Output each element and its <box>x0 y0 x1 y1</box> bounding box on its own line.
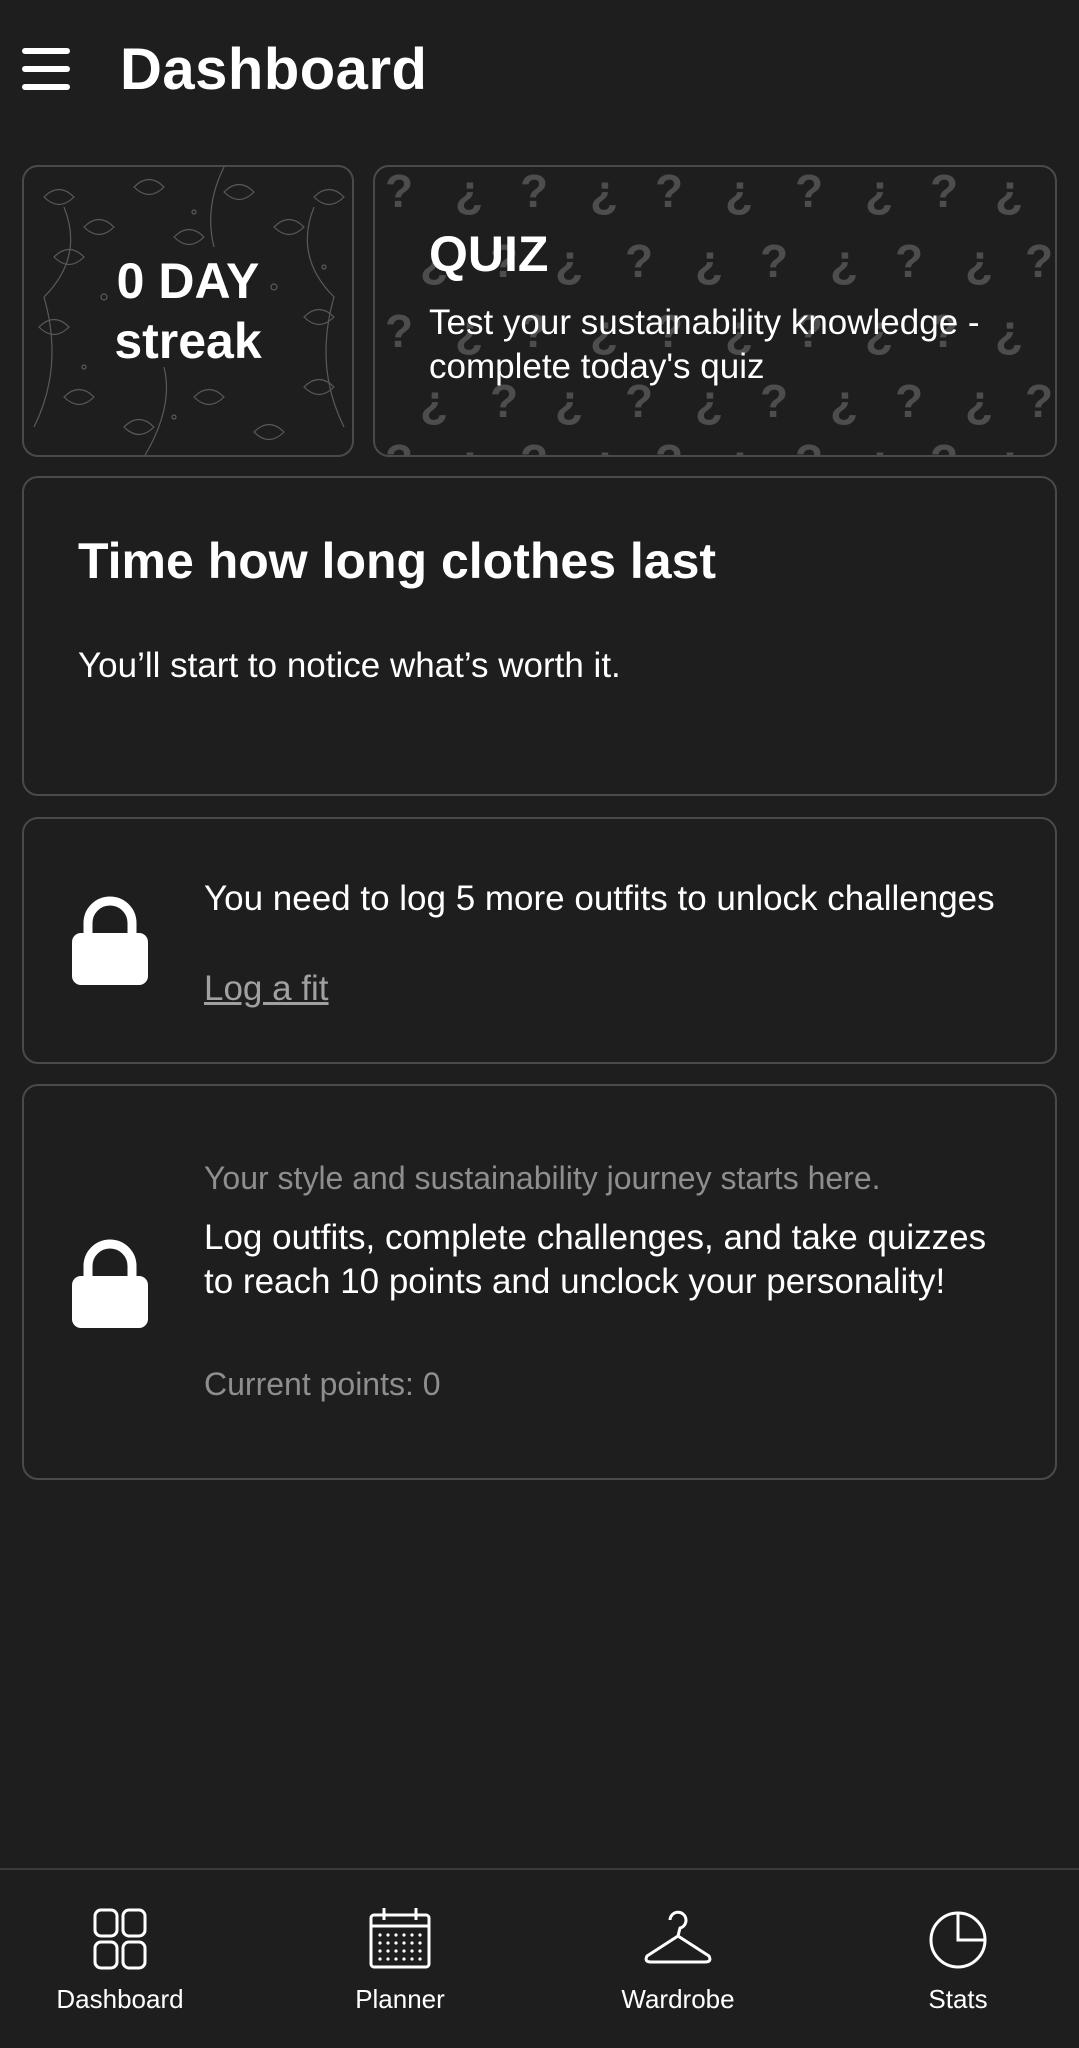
svg-text:¿: ¿ <box>695 235 723 287</box>
svg-text:¿: ¿ <box>995 435 1023 457</box>
svg-text:¿: ¿ <box>455 167 483 217</box>
svg-text:?: ? <box>385 305 413 357</box>
svg-text:¿: ¿ <box>965 235 993 287</box>
lock-icon <box>72 896 148 985</box>
hanger-icon <box>644 1910 712 1964</box>
clothes-lifespan-title: Time how long clothes last <box>78 533 717 589</box>
svg-text:¿: ¿ <box>865 167 893 217</box>
svg-text:?: ? <box>760 235 788 287</box>
nav-dashboard-label: Dashboard <box>56 1984 184 2014</box>
log-a-fit-link[interactable]: Log a fit <box>204 969 329 1009</box>
app-header: Dashboard <box>0 0 1079 140</box>
bottom-navigation: Dashboard Planner Wardrobe Stats <box>0 1868 1079 2048</box>
svg-text:?: ? <box>930 167 958 217</box>
svg-text:?: ? <box>895 235 923 287</box>
svg-text:¿: ¿ <box>995 167 1023 217</box>
svg-text:?: ? <box>930 435 958 457</box>
nav-stats[interactable]: Stats <box>848 1870 1068 2048</box>
svg-text:?: ? <box>655 167 683 217</box>
personality-locked-message: Log outfits, complete challenges, and ta… <box>204 1218 987 1301</box>
page-title: Dashboard <box>120 37 428 102</box>
svg-text:¿: ¿ <box>865 435 893 457</box>
personality-locked-card: Your style and sustainability journey st… <box>22 1084 1057 1480</box>
nav-planner-label: Planner <box>355 1984 445 2014</box>
app-root: Dashboard 0 DAY streak ? ¿ ? ¿ ? ¿ ? ¿ ?… <box>0 0 1079 2048</box>
svg-text:¿: ¿ <box>830 235 858 287</box>
challenges-locked-card: You need to log 5 more outfits to unlock… <box>22 817 1057 1064</box>
svg-text:¿: ¿ <box>590 167 618 217</box>
svg-text:?: ? <box>385 167 413 217</box>
challenges-locked-message: You need to log 5 more outfits to unlock… <box>204 879 995 918</box>
svg-text:?: ? <box>520 167 548 217</box>
quiz-title: QUIZ <box>429 226 549 282</box>
lock-icon <box>72 1239 148 1328</box>
nav-stats-label: Stats <box>928 1984 988 2014</box>
streak-card: 0 DAY streak <box>22 165 354 457</box>
pie-chart-icon <box>929 1911 987 1969</box>
streak-label: streak <box>114 313 262 369</box>
dashboard-icon <box>93 1908 147 1970</box>
svg-text:¿: ¿ <box>725 167 753 217</box>
quiz-description: Test your sustainability knowledge - com… <box>429 303 980 386</box>
svg-text:?: ? <box>1025 235 1053 287</box>
svg-text:¿: ¿ <box>555 235 583 287</box>
clothes-lifespan-card[interactable]: Time how long clothes last You’ll start … <box>22 476 1057 796</box>
svg-text:?: ? <box>795 167 823 217</box>
svg-text:?: ? <box>520 435 548 457</box>
calendar-icon <box>369 1908 431 1969</box>
svg-text:?: ? <box>385 435 413 457</box>
streak-counter: 0 DAY streak <box>24 251 352 371</box>
journey-subtitle: Your style and sustainability journey st… <box>204 1160 881 1196</box>
svg-text:?: ? <box>625 235 653 287</box>
svg-text:?: ? <box>655 435 683 457</box>
svg-text:¿: ¿ <box>725 435 753 457</box>
svg-text:¿: ¿ <box>590 435 618 457</box>
nav-wardrobe-label: Wardrobe <box>621 1984 735 2014</box>
nav-wardrobe[interactable]: Wardrobe <box>568 1870 788 2048</box>
nav-dashboard[interactable]: Dashboard <box>10 1870 230 2048</box>
current-points: Current points: 0 <box>204 1366 441 1402</box>
quiz-card[interactable]: ? ¿? ¿? ¿? ¿? ¿ ¿? ¿? ¿? ¿? ¿? ? ¿? ¿? ¿? ¿? ¿ ¿? ¿? ¿? ¿… <box>373 165 1057 457</box>
svg-text:?: ? <box>795 435 823 457</box>
streak-count: 0 DAY <box>116 253 260 309</box>
nav-planner[interactable]: Planner <box>290 1870 510 2048</box>
menu-icon[interactable] <box>22 48 72 92</box>
clothes-lifespan-subtitle: You’ll start to notice what’s worth it. <box>78 646 621 685</box>
svg-text:?: ? <box>1025 375 1053 427</box>
svg-text:¿: ¿ <box>455 435 483 457</box>
